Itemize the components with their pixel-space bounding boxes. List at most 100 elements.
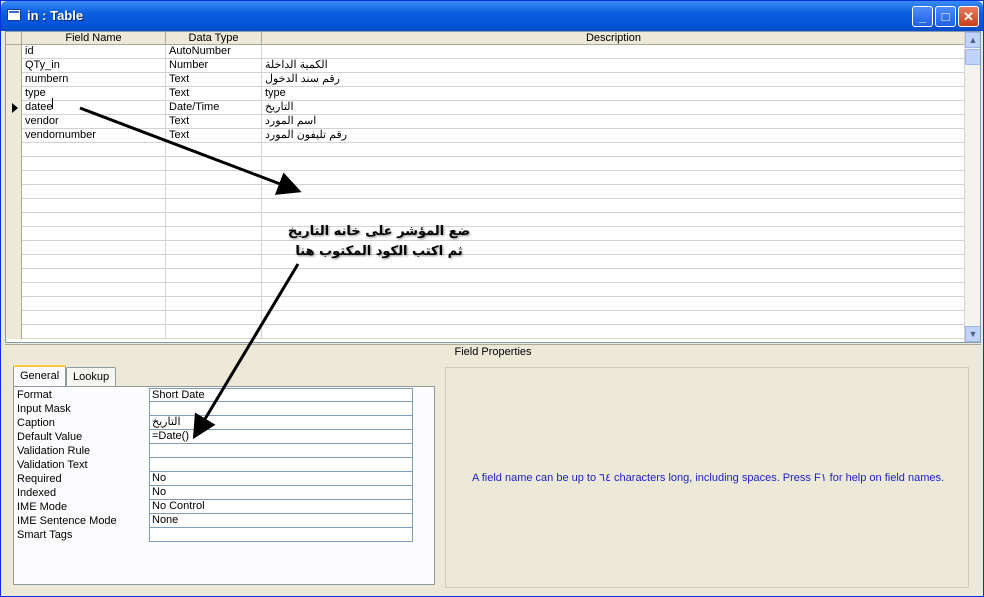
- description-cell[interactable]: type: [262, 87, 966, 101]
- table-row[interactable]: QTy_in Number الكمية الداخلة: [6, 59, 966, 73]
- property-value-field[interactable]: التاريخ: [149, 416, 413, 430]
- property-value-field[interactable]: [149, 444, 413, 458]
- description-cell[interactable]: [262, 45, 966, 59]
- description-cell[interactable]: الكمية الداخلة: [262, 59, 966, 73]
- property-value-field[interactable]: Short Date: [149, 388, 413, 402]
- row-selector[interactable]: [6, 213, 22, 227]
- description-cell[interactable]: اسم المورد: [262, 115, 966, 129]
- table-row[interactable]: vendor Text اسم المورد: [6, 115, 966, 129]
- data-type-cell[interactable]: [166, 269, 262, 283]
- scroll-up-button[interactable]: ▲: [965, 32, 980, 48]
- description-cell[interactable]: [262, 297, 966, 311]
- row-selector[interactable]: [6, 157, 22, 171]
- description-cell[interactable]: [262, 171, 966, 185]
- tab-general[interactable]: General: [13, 365, 67, 386]
- field-name-cell[interactable]: [22, 213, 166, 227]
- field-name-cell[interactable]: [22, 157, 166, 171]
- table-row[interactable]: [6, 143, 966, 157]
- table-row[interactable]: [6, 269, 966, 283]
- row-selector[interactable]: [6, 115, 22, 129]
- field-name-cell[interactable]: QTy_in: [22, 59, 166, 73]
- row-selector[interactable]: [6, 269, 22, 283]
- field-name-cell[interactable]: [22, 227, 166, 241]
- data-type-cell[interactable]: [166, 157, 262, 171]
- property-value-field[interactable]: No: [149, 472, 413, 486]
- description-cell[interactable]: رقم سند الدخول: [262, 73, 966, 87]
- scroll-down-button[interactable]: ▼: [965, 326, 980, 342]
- field-name-cell[interactable]: id: [22, 45, 166, 59]
- data-type-cell[interactable]: [166, 297, 262, 311]
- row-selector[interactable]: [6, 45, 22, 59]
- row-selector[interactable]: [6, 129, 22, 143]
- table-row[interactable]: [6, 311, 966, 325]
- field-name-cell[interactable]: vendor: [22, 115, 166, 129]
- row-selector[interactable]: [6, 87, 22, 101]
- field-name-cell[interactable]: [22, 143, 166, 157]
- title-bar[interactable]: in : Table _ □ ✕: [1, 1, 983, 31]
- table-row[interactable]: datee Date/Time التاريخ: [6, 101, 966, 115]
- field-name-cell[interactable]: [22, 325, 166, 339]
- description-cell[interactable]: [262, 143, 966, 157]
- description-cell[interactable]: رقم تليفون المورد: [262, 129, 966, 143]
- row-selector[interactable]: [6, 73, 22, 87]
- table-row[interactable]: [6, 199, 966, 213]
- property-value-field[interactable]: No: [149, 486, 413, 500]
- field-name-cell[interactable]: [22, 311, 166, 325]
- data-type-cell[interactable]: Text: [166, 73, 262, 87]
- field-name-cell[interactable]: [22, 283, 166, 297]
- table-row[interactable]: [6, 157, 966, 171]
- tab-lookup[interactable]: Lookup: [66, 367, 117, 387]
- column-header-description[interactable]: Description: [262, 32, 966, 45]
- table-row[interactable]: vendornumber Text رقم تليفون المورد: [6, 129, 966, 143]
- data-type-cell[interactable]: [166, 171, 262, 185]
- description-cell[interactable]: [262, 185, 966, 199]
- description-cell[interactable]: [262, 311, 966, 325]
- table-row[interactable]: numbern Text رقم سند الدخول: [6, 73, 966, 87]
- close-button[interactable]: ✕: [958, 6, 979, 27]
- table-row[interactable]: [6, 325, 966, 339]
- row-selector[interactable]: [6, 297, 22, 311]
- data-type-cell[interactable]: AutoNumber: [166, 45, 262, 59]
- data-type-cell[interactable]: [166, 199, 262, 213]
- row-selector[interactable]: [6, 283, 22, 297]
- row-selector[interactable]: [6, 143, 22, 157]
- property-value-field[interactable]: None: [149, 514, 413, 528]
- field-name-cell[interactable]: [22, 297, 166, 311]
- data-type-cell[interactable]: Text: [166, 115, 262, 129]
- description-cell[interactable]: [262, 157, 966, 171]
- table-row[interactable]: [6, 171, 966, 185]
- minimize-button[interactable]: _: [912, 6, 933, 27]
- description-cell[interactable]: [262, 325, 966, 339]
- data-type-cell[interactable]: [166, 185, 262, 199]
- description-cell[interactable]: التاريخ: [262, 101, 966, 115]
- property-value-field[interactable]: [149, 528, 413, 542]
- data-type-cell[interactable]: [166, 325, 262, 339]
- property-value-field[interactable]: [149, 402, 413, 416]
- field-name-cell[interactable]: [22, 241, 166, 255]
- row-selector[interactable]: [6, 185, 22, 199]
- row-selector[interactable]: [6, 171, 22, 185]
- data-type-cell[interactable]: Number: [166, 59, 262, 73]
- row-selector[interactable]: [6, 101, 22, 115]
- property-value-field[interactable]: [149, 458, 413, 472]
- field-name-cell[interactable]: datee: [22, 101, 166, 115]
- data-type-cell[interactable]: Date/Time: [166, 101, 262, 115]
- field-name-cell[interactable]: [22, 269, 166, 283]
- field-name-cell[interactable]: type: [22, 87, 166, 101]
- row-selector[interactable]: [6, 255, 22, 269]
- row-selector-header[interactable]: [6, 32, 22, 45]
- property-value-field[interactable]: No Control: [149, 500, 413, 514]
- row-selector[interactable]: [6, 59, 22, 73]
- row-selector[interactable]: [6, 311, 22, 325]
- data-type-cell[interactable]: [166, 283, 262, 297]
- field-name-cell[interactable]: [22, 255, 166, 269]
- column-header-data-type[interactable]: Data Type: [166, 32, 262, 45]
- description-cell[interactable]: [262, 199, 966, 213]
- data-type-cell[interactable]: [166, 227, 262, 241]
- row-selector[interactable]: [6, 227, 22, 241]
- field-name-cell[interactable]: numbern: [22, 73, 166, 87]
- data-type-cell[interactable]: [166, 241, 262, 255]
- field-name-cell[interactable]: vendornumber: [22, 129, 166, 143]
- row-selector[interactable]: [6, 199, 22, 213]
- data-type-cell[interactable]: [166, 143, 262, 157]
